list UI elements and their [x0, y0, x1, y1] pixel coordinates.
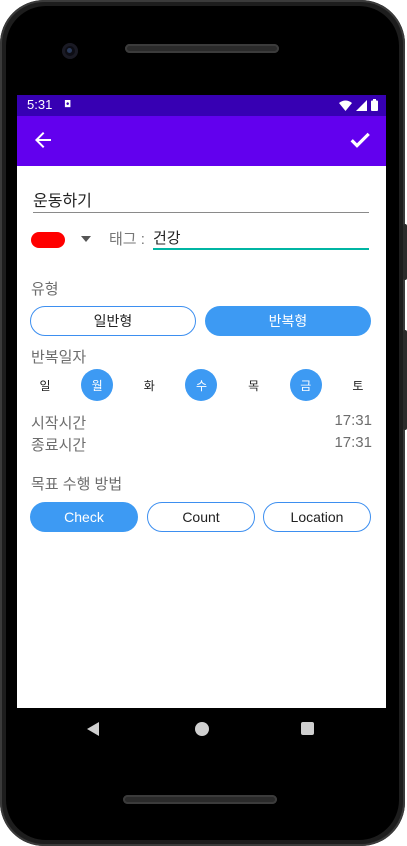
title-input[interactable]: [33, 186, 369, 213]
day-sun[interactable]: 일: [29, 369, 61, 401]
status-bar: 5:31 ◘: [17, 95, 386, 116]
end-time-row[interactable]: 종료시간 17:31: [31, 434, 372, 455]
signal-icon: [356, 99, 367, 111]
start-time-label: 시작시간: [31, 415, 87, 432]
battery-icon: [371, 99, 378, 111]
day-mon[interactable]: 월: [81, 369, 114, 401]
status-time: 5:31: [27, 97, 53, 112]
start-time-row[interactable]: 시작시간 17:31: [31, 412, 372, 433]
tag-input[interactable]: [153, 226, 369, 250]
navigation-bar: [17, 708, 386, 750]
tag-label: 태그 :: [109, 231, 145, 248]
volume-button: [403, 224, 407, 280]
bottom-speaker: [123, 795, 277, 804]
color-picker[interactable]: [31, 232, 65, 248]
notification-icon: ◘: [64, 100, 72, 110]
check-icon[interactable]: [348, 128, 372, 152]
day-sat[interactable]: 토: [342, 369, 374, 401]
day-tue[interactable]: 화: [133, 369, 165, 401]
type-repeat-button[interactable]: 반복형: [205, 306, 371, 336]
app-screen: 5:31 ◘ 태그 : 유형 일반형 반복형 반: [17, 95, 386, 708]
goal-method-label: 목표 수행 방법: [31, 476, 123, 493]
app-bar: [17, 116, 386, 166]
status-icons: [339, 99, 378, 111]
day-fri[interactable]: 금: [289, 369, 322, 401]
device-frame: 5:31 ◘ 태그 : 유형 일반형 반복형 반: [0, 0, 407, 846]
wifi-icon: [339, 100, 352, 111]
day-wed[interactable]: 수: [185, 369, 218, 401]
arrow-left-icon[interactable]: [31, 128, 55, 152]
start-time-value[interactable]: 17:31: [334, 412, 372, 433]
front-camera: [62, 43, 78, 59]
goal-location-button[interactable]: Location: [263, 502, 371, 532]
power-button: [403, 330, 407, 430]
repeat-days-label: 반복일자: [31, 349, 87, 366]
day-thu[interactable]: 목: [238, 369, 270, 401]
nav-back-icon[interactable]: [87, 722, 99, 736]
end-time-label: 종료시간: [31, 437, 87, 454]
goal-count-button[interactable]: Count: [147, 502, 255, 532]
end-time-value[interactable]: 17:31: [334, 434, 372, 455]
nav-home-icon[interactable]: [195, 722, 209, 736]
type-label: 유형: [31, 281, 59, 298]
top-speaker: [125, 44, 279, 53]
chevron-down-icon[interactable]: [81, 236, 91, 242]
type-normal-button[interactable]: 일반형: [30, 306, 196, 336]
nav-recents-icon[interactable]: [301, 722, 314, 735]
goal-check-button[interactable]: Check: [30, 502, 138, 532]
repeat-days: 일 월 화 수 목 금 토: [29, 369, 374, 401]
